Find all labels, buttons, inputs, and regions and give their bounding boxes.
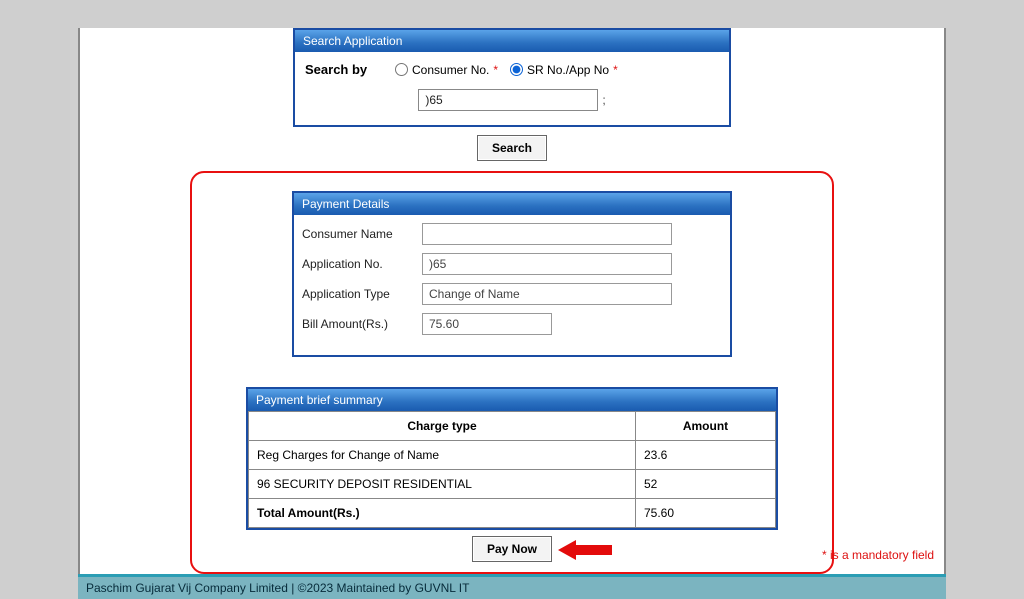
search-application-panel: Search Application Search by Consumer No… [293, 28, 731, 127]
detail-field-input[interactable] [422, 253, 672, 275]
amount-cell: 52 [636, 470, 776, 499]
payment-summary-panel: Payment brief summary Charge type Amount… [246, 387, 778, 530]
charge-cell: 96 SECURITY DEPOSIT RESIDENTIAL [249, 470, 636, 499]
payment-details-title: Payment Details [294, 193, 730, 215]
detail-field-label: Application No. [302, 257, 422, 271]
detail-field-row: Application No. [302, 253, 722, 275]
summary-header-row: Charge type Amount [249, 412, 776, 441]
required-mark-1: * [493, 63, 498, 77]
detail-field-input[interactable] [422, 283, 672, 305]
search-panel-body: Search by Consumer No. * SR No./App No * ; [295, 52, 729, 125]
payment-details-panel: Payment Details Consumer Name Application… [292, 191, 732, 357]
radio-sr-app-no-input[interactable] [510, 63, 523, 76]
summary-table: Charge type Amount Reg Charges for Chang… [248, 411, 776, 528]
search-panel-title: Search Application [295, 30, 729, 52]
detail-field-row: Bill Amount(Rs.) [302, 313, 722, 335]
mandatory-field-note: * is a mandatory field [822, 548, 934, 562]
charge-cell: Reg Charges for Change of Name [249, 441, 636, 470]
table-row: Reg Charges for Change of Name23.6 [249, 441, 776, 470]
radio-sr-app-no-label: SR No./App No [527, 63, 609, 77]
total-label-cell: Total Amount(Rs.) [249, 499, 636, 528]
search-button[interactable]: Search [477, 135, 547, 161]
radio-consumer-no[interactable]: Consumer No. * [395, 63, 498, 77]
trailing-semicolon: ; [602, 93, 605, 107]
page-container: Search Application Search by Consumer No… [78, 28, 946, 574]
payment-highlight-box: Payment Details Consumer Name Application… [190, 171, 834, 574]
pay-now-row: Pay Now [206, 536, 818, 562]
payment-details-body: Consumer Name Application No. Application … [294, 215, 730, 355]
pay-now-button[interactable]: Pay Now [472, 536, 552, 562]
page-footer: Paschim Gujarat Vij Company Limited | ©2… [78, 577, 946, 599]
radio-consumer-no-label: Consumer No. [412, 63, 489, 77]
detail-field-input[interactable] [422, 313, 552, 335]
search-button-row: Search [80, 135, 944, 161]
search-radio-group: Consumer No. * SR No./App No * [395, 63, 624, 77]
payment-summary-title: Payment brief summary [248, 389, 776, 411]
amount-cell: 23.6 [636, 441, 776, 470]
total-amount-cell: 75.60 [636, 499, 776, 528]
summary-col-amount: Amount [636, 412, 776, 441]
search-by-label: Search by [305, 62, 395, 77]
search-by-row: Search by Consumer No. * SR No./App No * [305, 62, 719, 77]
detail-field-input[interactable] [422, 223, 672, 245]
arrow-left-icon [558, 538, 612, 562]
search-input[interactable] [418, 89, 598, 111]
required-mark-2: * [613, 63, 618, 77]
summary-col-charge: Charge type [249, 412, 636, 441]
search-input-row: ; [305, 89, 719, 111]
detail-field-row: Application Type [302, 283, 722, 305]
detail-field-label: Bill Amount(Rs.) [302, 317, 422, 331]
radio-consumer-no-input[interactable] [395, 63, 408, 76]
detail-field-row: Consumer Name [302, 223, 722, 245]
detail-field-label: Consumer Name [302, 227, 422, 241]
radio-sr-app-no[interactable]: SR No./App No * [510, 63, 618, 77]
total-row: Total Amount(Rs.)75.60 [249, 499, 776, 528]
detail-field-label: Application Type [302, 287, 422, 301]
table-row: 96 SECURITY DEPOSIT RESIDENTIAL52 [249, 470, 776, 499]
